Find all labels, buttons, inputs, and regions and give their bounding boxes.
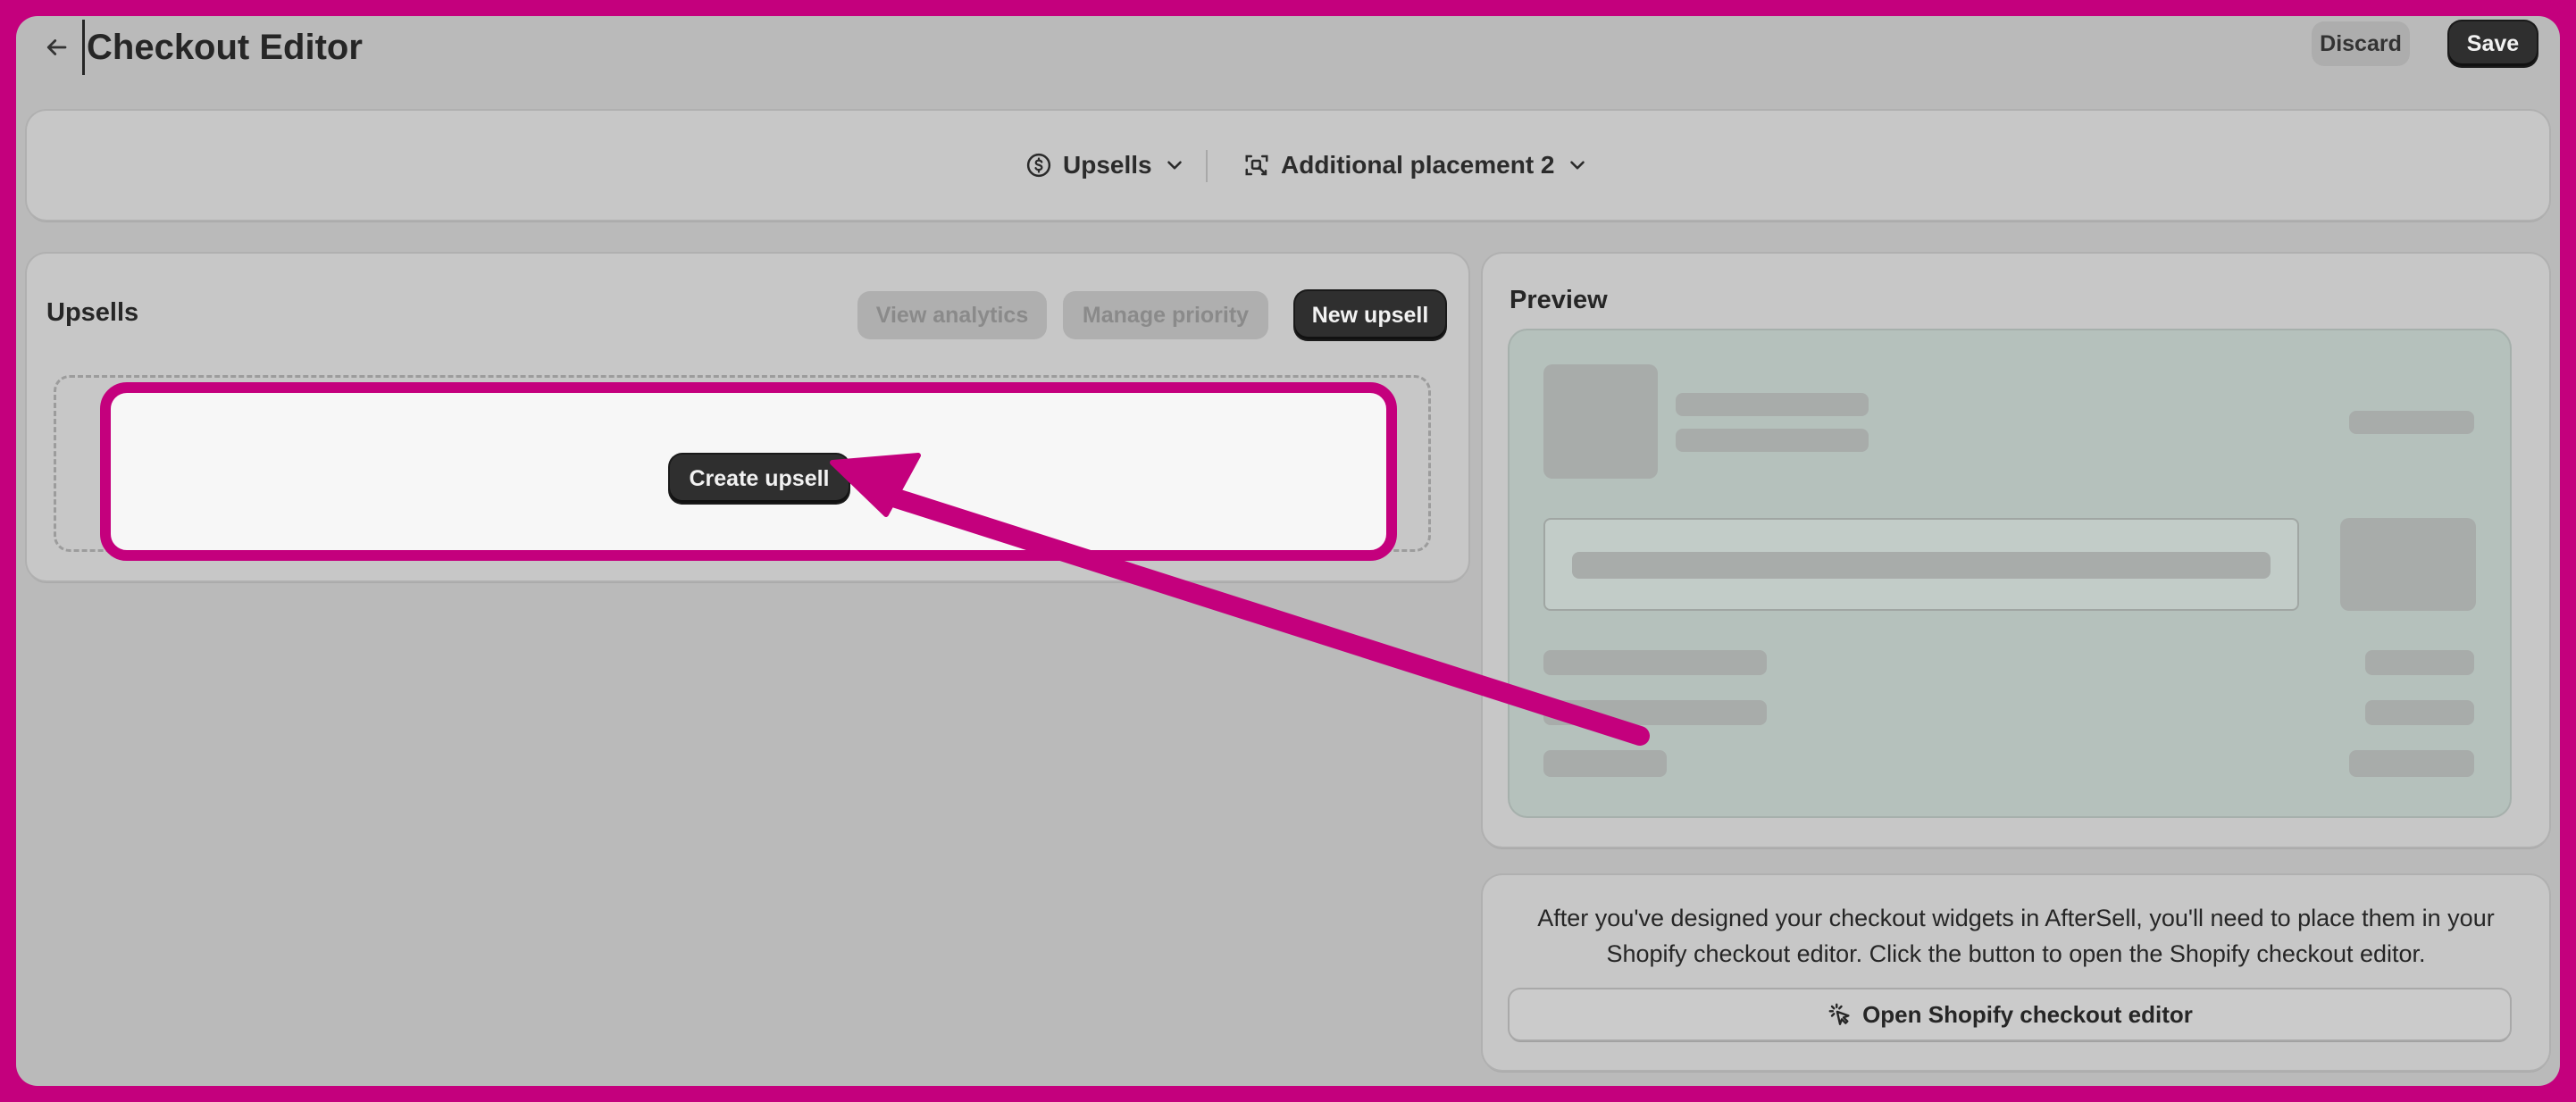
preview-line xyxy=(1543,700,1767,725)
back-button[interactable] xyxy=(36,27,77,68)
dollar-circle-icon xyxy=(1026,153,1051,178)
widget-type-label: Upsells xyxy=(1063,151,1152,179)
new-upsell-button[interactable]: New upsell xyxy=(1295,291,1445,339)
preview-title: Preview xyxy=(1510,286,1608,314)
chevron-down-icon xyxy=(1569,161,1585,170)
info-text: After you've designed your checkout widg… xyxy=(1537,905,2495,967)
widget-selector-bar: Upsells Additional placement 2 xyxy=(27,111,2549,220)
preview-product-image xyxy=(1543,364,1658,479)
preview-line xyxy=(1543,650,1767,675)
view-analytics-button[interactable]: View analytics xyxy=(857,291,1047,339)
checkout-preview xyxy=(1510,330,2510,816)
open-editor-label: Open Shopify checkout editor xyxy=(1862,1000,2193,1028)
selector-divider xyxy=(1206,150,1208,182)
preview-line xyxy=(1543,750,1667,777)
preview-price xyxy=(2349,411,2474,434)
upsells-title: Upsells xyxy=(46,298,139,327)
placement-dropdown[interactable]: Additional placement 2 xyxy=(1243,145,1589,186)
app-window: Checkout Editor Discard Save Upsells Add… xyxy=(16,16,2560,1086)
checkout-editor-info-card: After you've designed your checkout widg… xyxy=(1483,875,2549,1070)
placement-label: Additional placement 2 xyxy=(1281,151,1555,179)
preview-line xyxy=(2349,750,2474,777)
preview-line xyxy=(1676,429,1869,452)
preview-card: Preview xyxy=(1483,254,2549,847)
preview-line xyxy=(1676,393,1869,416)
cursor-click-icon xyxy=(1828,1003,1850,1025)
placement-target-icon xyxy=(1245,154,1268,176)
manage-priority-button[interactable]: Manage priority xyxy=(1063,291,1268,339)
open-shopify-checkout-editor-button[interactable]: Open Shopify checkout editor xyxy=(1510,989,2510,1039)
chevron-down-icon xyxy=(1167,161,1182,170)
preview-apply-button xyxy=(2340,518,2476,611)
preview-line xyxy=(2365,650,2474,675)
preview-input-fill xyxy=(1572,552,2271,579)
discard-button[interactable]: Discard xyxy=(2312,21,2410,66)
create-upsell-button[interactable]: Create upsell xyxy=(670,455,849,503)
page-title: Checkout Editor xyxy=(82,20,363,75)
preview-input-box xyxy=(1543,518,2299,611)
save-button[interactable]: Save xyxy=(2449,21,2537,66)
arrow-left-icon xyxy=(46,39,67,55)
widget-type-dropdown[interactable]: Upsells xyxy=(1025,145,1186,186)
preview-line xyxy=(2365,700,2474,725)
